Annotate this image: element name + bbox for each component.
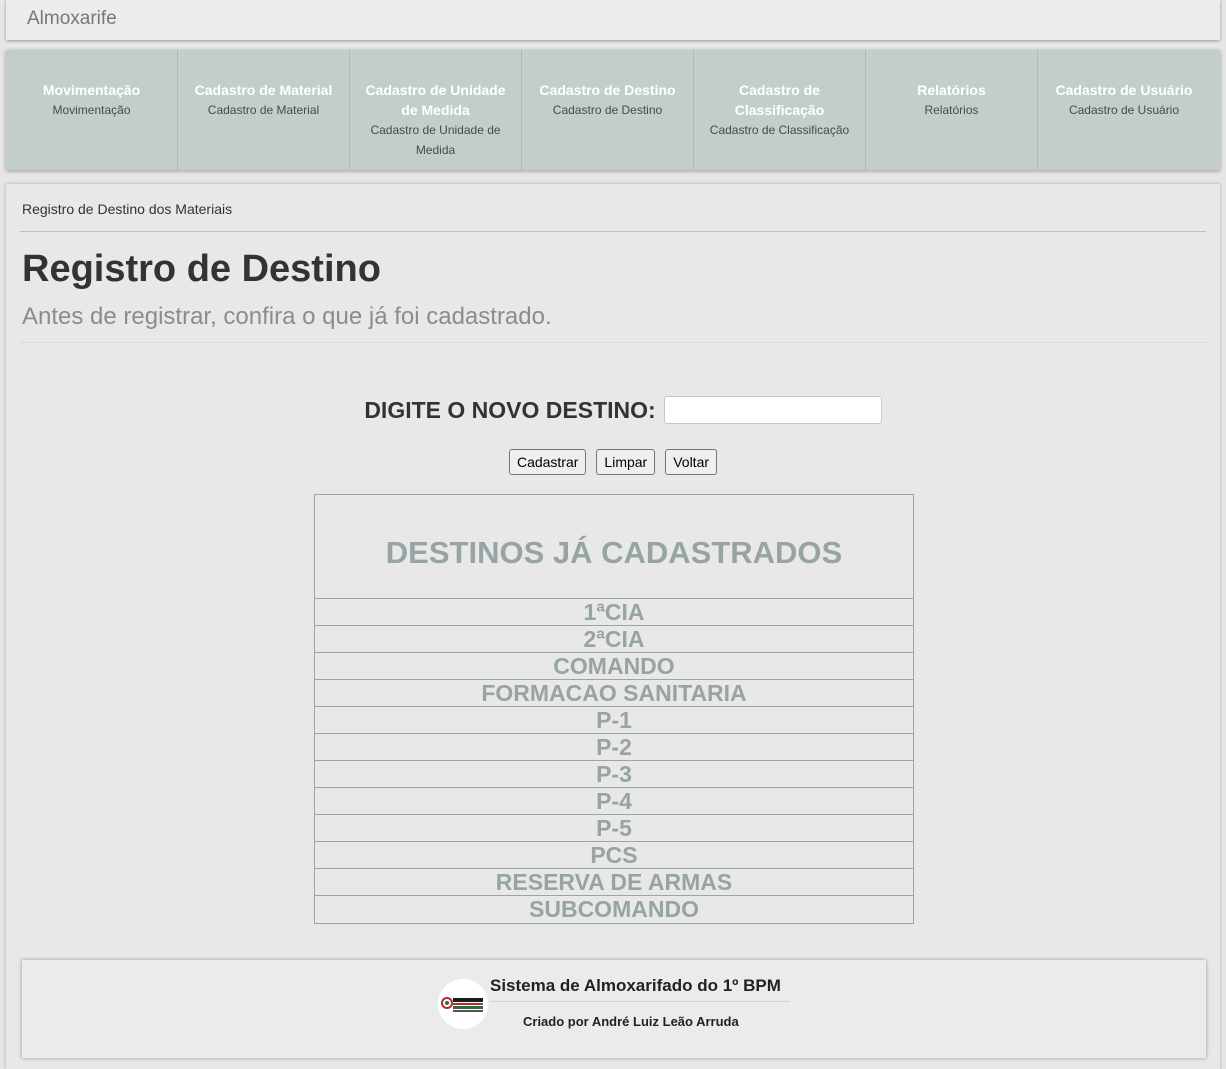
destination-form: DIGITE O NOVO DESTINO:	[6, 396, 1220, 424]
table-row: RESERVA DE ARMAS	[315, 869, 913, 896]
main-nav: Movimentação Movimentação Cadastro de Ma…	[6, 50, 1220, 170]
footer-credit: Criado por André Luiz Leão Arruda	[523, 1014, 739, 1029]
nav-item-cadastro-unidade-medida[interactable]: Cadastro de Unidade de Medida Cadastro d…	[350, 50, 522, 170]
page-title: Registro de Destino	[22, 248, 381, 290]
table-row: P-5	[315, 815, 913, 842]
nav-item-subtitle: Cadastro de Classificação	[709, 123, 850, 137]
table-row: P-2	[315, 734, 913, 761]
table-row: PCS	[315, 842, 913, 869]
table-row: 2ªCIA	[315, 626, 913, 653]
nav-item-movimentacao[interactable]: Movimentação Movimentação	[6, 50, 178, 170]
page-subtitle: Antes de registrar, confira o que já foi…	[22, 303, 552, 330]
divider	[490, 1001, 790, 1002]
nav-item-title: Relatórios	[917, 82, 986, 98]
nav-item-title: Cadastro de Unidade de Medida	[365, 82, 506, 118]
table-row: P-4	[315, 788, 913, 815]
nav-item-subtitle: Cadastro de Usuário	[1068, 103, 1180, 117]
table-row: SUBCOMANDO	[529, 896, 699, 922]
destination-input-label: DIGITE O NOVO DESTINO:	[364, 396, 656, 423]
nav-item-cadastro-destino[interactable]: Cadastro de Destino Cadastro de Destino	[522, 50, 694, 170]
divider	[20, 342, 1206, 343]
nav-item-title: Cadastro de Material	[194, 82, 333, 98]
table-row: P-1	[315, 707, 913, 734]
top-navbar: Almoxarife	[6, 0, 1220, 40]
divider	[20, 231, 1206, 232]
nav-item-cadastro-material[interactable]: Cadastro de Material Cadastro de Materia…	[178, 50, 350, 170]
nav-item-title: Cadastro de Usuário	[1055, 82, 1193, 98]
footer-title: Sistema de Almoxarifado do 1º BPM	[490, 976, 781, 995]
nav-item-title: Cadastro de Destino	[539, 82, 676, 98]
table-row: P-3	[315, 761, 913, 788]
nav-item-relatorios[interactable]: Relatórios Relatórios	[866, 50, 1038, 170]
table-row: COMANDO	[315, 653, 913, 680]
destinations-table: DESTINOS JÁ CADASTRADOS 1ªCIA 2ªCIA COMA…	[314, 494, 914, 924]
nav-item-subtitle: Cadastro de Material	[207, 103, 320, 117]
nav-item-subtitle: Cadastro de Destino	[552, 103, 663, 117]
nav-item-cadastro-usuario[interactable]: Cadastro de Usuário Cadastro de Usuário	[1038, 50, 1210, 170]
nav-item-title: Movimentação	[42, 82, 141, 98]
nav-item-cadastro-classificacao[interactable]: Cadastro de Classificação Cadastro de Cl…	[694, 50, 866, 170]
table-row: 1ªCIA	[315, 599, 913, 626]
limpar-button[interactable]: Limpar	[596, 449, 656, 475]
table-row: FORMACAO SANITARIA	[315, 680, 913, 707]
nav-item-subtitle: Relatórios	[924, 103, 979, 117]
nav-item-title: Cadastro de Classificação	[734, 82, 825, 118]
breadcrumb: Registro de Destino dos Materiais	[22, 201, 233, 217]
cadastrar-button[interactable]: Cadastrar	[508, 449, 587, 475]
destination-input[interactable]	[663, 396, 882, 424]
brand-link[interactable]: Almoxarife	[27, 8, 117, 30]
battalion-logo-icon	[438, 979, 488, 1029]
nav-item-subtitle: Cadastro de Unidade de Medida	[370, 123, 501, 157]
voltar-button[interactable]: Voltar	[665, 449, 718, 475]
footer: Sistema de Almoxarifado do 1º BPM Criado…	[22, 960, 1206, 1058]
destinations-table-header: DESTINOS JÁ CADASTRADOS	[315, 495, 913, 599]
form-buttons: Cadastrar Limpar Voltar	[6, 449, 1220, 475]
nav-item-subtitle: Movimentação	[52, 103, 131, 117]
content-panel: Registro de Destino dos Materiais Regist…	[6, 184, 1220, 1069]
